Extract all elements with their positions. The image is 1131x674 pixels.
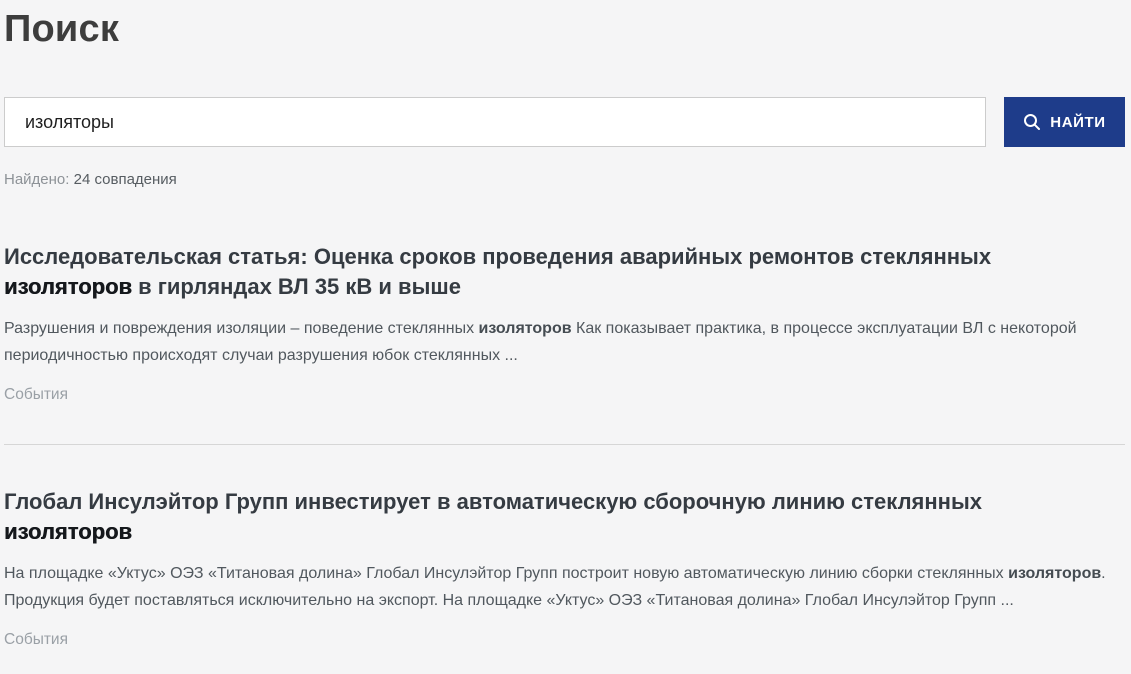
page-title: Поиск [4,8,1125,51]
find-button-label: НАЙТИ [1050,114,1105,131]
result-snippet: Разрушения и повреждения изоляции – пове… [4,315,1109,369]
highlighted-term: изоляторов [4,274,132,299]
search-result-item: Исследовательская статья: Оценка сроков … [4,188,1125,445]
results-list: Исследовательская статья: Оценка сроков … [4,188,1125,674]
search-page: Поиск НАЙТИ Найдено: 24 совпадения Иссле… [0,0,1131,674]
results-count-value: 24 совпадения [74,171,177,188]
result-category-label: События [4,386,1125,404]
search-icon [1023,113,1041,131]
result-snippet: На площадке «Уктус» ОЭЗ «Титановая долин… [4,560,1109,614]
find-button[interactable]: НАЙТИ [1004,97,1125,147]
results-count: Найдено: 24 совпадения [4,171,1125,188]
highlighted-term: изоляторов [479,320,572,337]
result-title-link[interactable]: Исследовательская статья: Оценка сроков … [4,242,1064,302]
search-bar: НАЙТИ [4,97,1125,147]
result-title-link[interactable]: Глобал Инсулэйтор Групп инвестирует в ав… [4,487,1064,547]
highlighted-term: изоляторов [4,519,132,544]
results-count-label: Найдено: [4,171,74,188]
result-category-label: События [4,631,1125,649]
highlighted-term: изоляторов [1008,565,1101,582]
search-result-item: Глобал Инсулэйтор Групп инвестирует в ав… [4,445,1125,674]
search-input[interactable] [4,97,986,147]
